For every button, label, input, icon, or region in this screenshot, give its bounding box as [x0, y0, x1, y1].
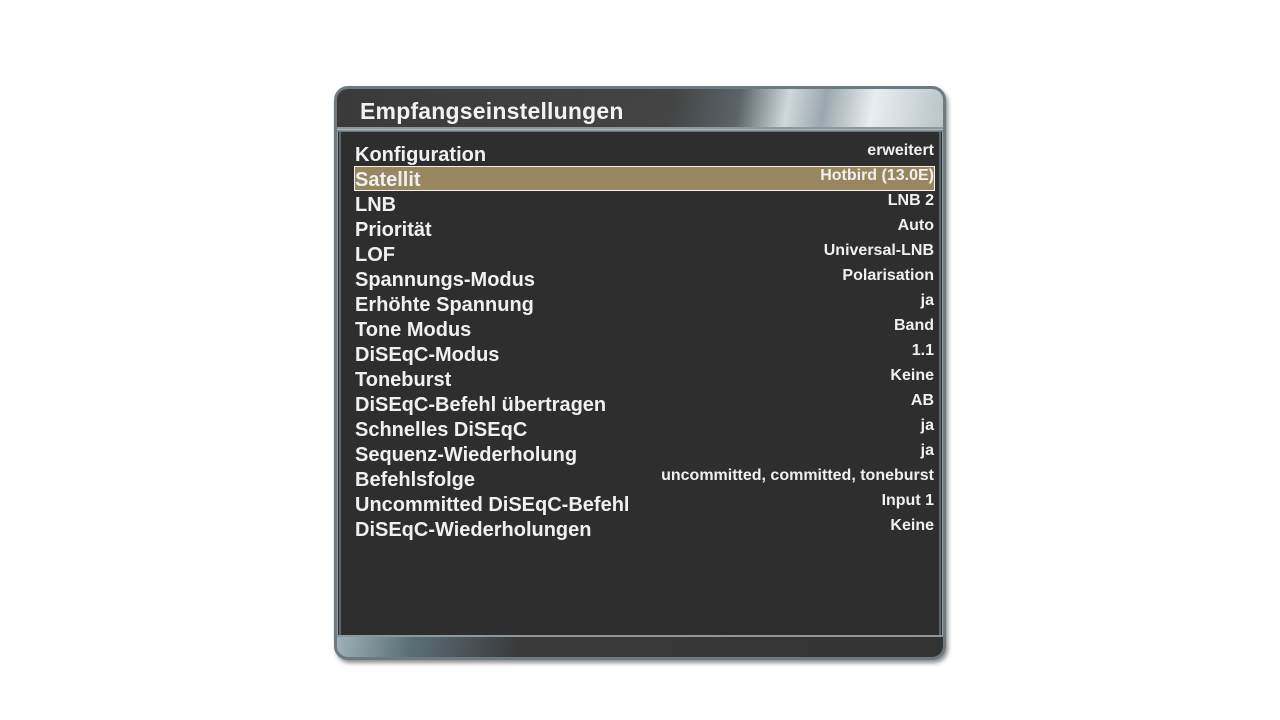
setting-value[interactable]: AB [911, 392, 934, 410]
setting-label: Satellit [355, 169, 421, 191]
setting-label: Befehlsfolge [355, 469, 476, 491]
setting-label: DiSEqC-Wiederholungen [355, 519, 592, 541]
setting-row[interactable]: Toneburst Keine [354, 366, 935, 391]
setting-label: Priorität [355, 219, 432, 241]
setting-value[interactable]: LNB 2 [888, 192, 934, 210]
setting-row[interactable]: LNB LNB 2 [354, 191, 935, 216]
setting-label: Erhöhte Spannung [355, 294, 534, 316]
setting-value[interactable]: Input 1 [882, 492, 934, 510]
setting-row[interactable]: DiSEqC-Wiederholungen Keine [354, 516, 935, 541]
setting-label: LOF [355, 244, 395, 266]
setting-value[interactable]: Keine [890, 517, 934, 535]
setting-row[interactable]: Priorität Auto [354, 216, 935, 241]
setting-row[interactable]: Erhöhte Spannung ja [354, 291, 935, 316]
setting-label: Konfiguration [355, 144, 487, 166]
settings-window: Empfangseinstellungen Konfiguration erwei… [334, 86, 946, 660]
setting-value[interactable]: uncommitted, committed, toneburst [661, 467, 934, 485]
setting-row[interactable]: Konfiguration erweitert [354, 141, 935, 166]
setting-value[interactable]: ja [921, 442, 934, 460]
setting-value[interactable]: ja [921, 292, 934, 310]
settings-list: Konfiguration erweitert Satellit Hotbird (1… [354, 141, 935, 541]
setting-label: Schnelles DiSEqC [355, 419, 528, 441]
setting-label: DiSEqC-Befehl übertragen [355, 394, 607, 416]
setting-value[interactable]: ja [921, 417, 934, 435]
setting-label: DiSEqC-Modus [355, 344, 500, 366]
setting-value[interactable]: Keine [890, 367, 934, 385]
setting-row[interactable]: Schnelles DiSEqC ja [354, 416, 935, 441]
settings-panel: Konfiguration erweitert Satellit Hotbird (1… [339, 132, 941, 637]
setting-row[interactable]: LOF Universal-LNB [354, 241, 935, 266]
setting-row[interactable]: Befehlsfolge uncommitted, committed, tone… [354, 466, 935, 491]
setting-value[interactable]: 1.1 [912, 342, 934, 360]
setting-row[interactable]: Spannungs-Modus Polarisation [354, 266, 935, 291]
setting-value[interactable]: Universal-LNB [824, 242, 934, 260]
setting-label: Sequenz-Wiederholung [355, 444, 578, 466]
title-bar: Empfangseinstellungen [337, 89, 943, 129]
setting-value[interactable]: Polarisation [842, 267, 934, 285]
setting-value[interactable]: Band [894, 317, 934, 335]
setting-row[interactable]: Tone Modus Band [354, 316, 935, 341]
setting-label: Tone Modus [355, 319, 472, 341]
setting-value[interactable]: erweitert [867, 142, 934, 160]
setting-row[interactable]: DiSEqC-Modus 1.1 [354, 341, 935, 366]
setting-row[interactable]: Uncommitted DiSEqC-Befehl Input 1 [354, 491, 935, 516]
setting-label: LNB [355, 194, 397, 216]
setting-label: Toneburst [355, 369, 452, 391]
setting-row[interactable]: Sequenz-Wiederholung ja [354, 441, 935, 466]
setting-label: Uncommitted DiSEqC-Befehl [355, 494, 630, 516]
window-title: Empfangseinstellungen [360, 98, 624, 124]
setting-row-selected[interactable]: Satellit Hotbird (13.0E) [354, 166, 935, 191]
setting-row[interactable]: DiSEqC-Befehl übertragen AB [354, 391, 935, 416]
setting-value[interactable]: Auto [898, 217, 934, 235]
setting-label: Spannungs-Modus [355, 269, 535, 291]
setting-value[interactable]: Hotbird (13.0E) [820, 167, 934, 185]
window-footer [337, 635, 943, 657]
